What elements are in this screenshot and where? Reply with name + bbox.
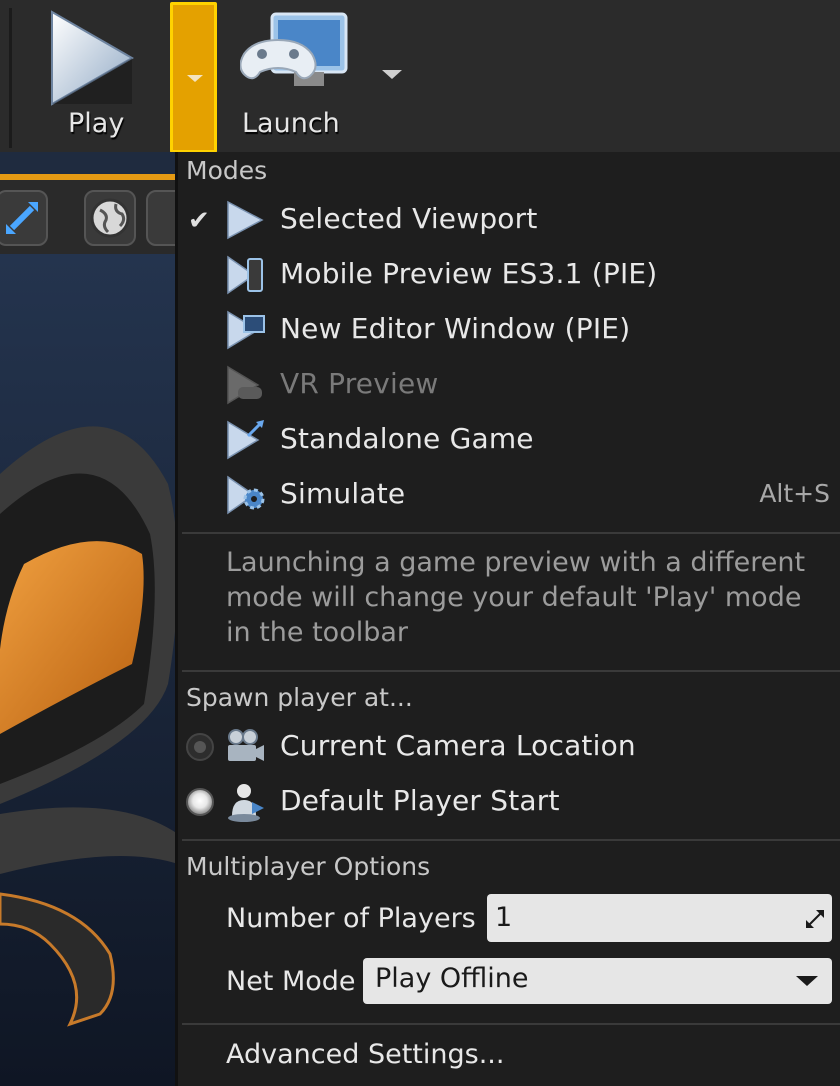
snap-tool-button[interactable]	[146, 190, 178, 246]
spawn-section-title: Spawn player at...	[186, 683, 413, 712]
menu-divider	[182, 670, 840, 672]
advanced-settings-item[interactable]: Advanced Settings...	[226, 1039, 504, 1070]
mobile-preview-icon	[227, 255, 263, 295]
number-of-players-input[interactable]	[495, 899, 795, 935]
net-mode-label: Net Mode	[226, 966, 356, 997]
launch-label: Launch	[242, 108, 340, 139]
net-mode-value: Play Offline	[375, 963, 529, 994]
mode-label: New Editor Window (PIE)	[280, 312, 631, 345]
spawn-default-player-start[interactable]: Default Player Start	[178, 774, 840, 829]
standalone-game-icon	[227, 420, 264, 460]
mode-new-editor-window[interactable]: New Editor Window (PIE)	[178, 302, 840, 357]
mode-selected-viewport[interactable]: ✔ Selected Viewport	[178, 192, 840, 247]
play-icon	[51, 10, 135, 106]
menu-divider	[182, 1023, 840, 1025]
mode-label: Standalone Game	[280, 422, 534, 455]
chevron-down-icon	[796, 976, 818, 986]
globe-icon	[90, 198, 130, 238]
radio-button[interactable]	[186, 733, 214, 761]
radio-button-selected[interactable]	[186, 788, 214, 816]
transform-tool-button[interactable]	[0, 190, 48, 246]
checkmark-icon: ✔	[188, 206, 210, 236]
simulate-icon	[227, 475, 265, 515]
shortcut-hint: Alt+S	[759, 479, 830, 508]
spawn-current-camera-location[interactable]: Current Camera Location	[178, 719, 840, 774]
toolbar-separator	[9, 8, 12, 148]
menu-divider	[182, 839, 840, 841]
play-icon	[227, 200, 264, 240]
multiplayer-section-title: Multiplayer Options	[186, 852, 431, 881]
modes-section-title: Modes	[186, 156, 268, 185]
mode-simulate[interactable]: Simulate Alt+S	[178, 467, 840, 522]
launch-icon	[240, 12, 348, 86]
chevron-down-icon	[187, 75, 203, 82]
player-start-icon	[228, 784, 264, 822]
play-options-dropdown-button[interactable]	[170, 2, 217, 153]
launch-options-chevron-icon[interactable]	[382, 70, 402, 79]
world-local-toggle-button[interactable]	[84, 190, 136, 246]
viewport-scene-chair	[0, 254, 178, 1086]
spin-drag-icon[interactable]	[804, 908, 826, 930]
mode-mobile-preview[interactable]: Mobile Preview ES3.1 (PIE)	[178, 247, 840, 302]
spawn-label: Current Camera Location	[280, 729, 636, 762]
toolbar: Play Launch	[0, 0, 840, 153]
play-options-menu: Modes ✔ Selected Viewport Mobile Preview…	[175, 152, 840, 1086]
mode-label: Simulate	[280, 477, 406, 510]
number-of-players-field[interactable]	[487, 894, 832, 942]
editor-window-icon	[227, 310, 265, 350]
vr-preview-icon	[227, 365, 262, 405]
camera-icon	[228, 729, 264, 761]
play-button[interactable]: Play	[40, 0, 160, 152]
mode-label: Selected Viewport	[280, 202, 538, 235]
mode-label: VR Preview	[280, 367, 439, 400]
mode-standalone-game[interactable]: Standalone Game	[178, 412, 840, 467]
net-mode-dropdown[interactable]: Play Offline	[363, 958, 832, 1004]
modes-hint-text: Launching a game preview with a differen…	[226, 547, 806, 648]
menu-divider	[182, 532, 840, 534]
level-viewport[interactable]	[0, 152, 178, 1086]
spawn-label: Default Player Start	[280, 784, 560, 817]
play-label: Play	[68, 108, 125, 139]
scale-arrows-icon	[6, 202, 38, 234]
mode-label: Mobile Preview ES3.1 (PIE)	[280, 257, 658, 290]
launch-button[interactable]: Launch	[228, 0, 358, 152]
number-of-players-label: Number of Players	[226, 903, 476, 934]
mode-vr-preview: VR Preview	[178, 357, 840, 412]
